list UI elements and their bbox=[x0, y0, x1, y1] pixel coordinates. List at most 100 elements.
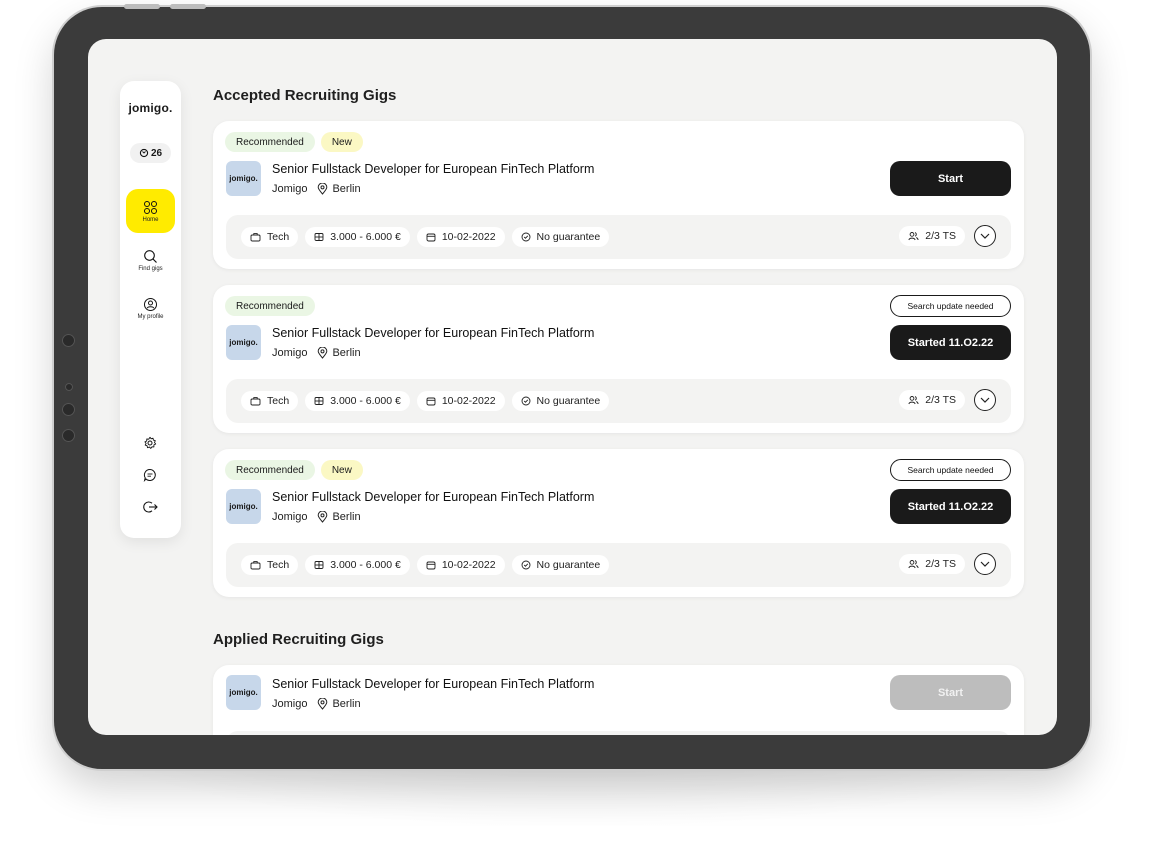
category-label: Tech bbox=[267, 559, 290, 571]
nav-find-gigs[interactable]: Find gigs bbox=[126, 238, 175, 282]
briefcase-icon bbox=[250, 561, 261, 570]
gig-meta: Jomigo Berlin bbox=[272, 511, 361, 523]
gig-card[interactable]: jomigo. Senior Fullstack Developer for E… bbox=[213, 665, 1024, 735]
category-label: Tech bbox=[267, 395, 290, 407]
talent-scout-chip: 2/3 TS bbox=[899, 554, 965, 574]
users-icon bbox=[908, 560, 919, 569]
chevron-down-icon bbox=[980, 561, 990, 567]
salary-chip: 3.000 - 6.000 € bbox=[305, 227, 410, 247]
calendar-icon bbox=[426, 233, 436, 242]
salary-chip: 3.000 - 6.000 € bbox=[305, 555, 410, 575]
gig-location: Berlin bbox=[317, 511, 361, 523]
coin-icon bbox=[139, 148, 149, 158]
date-chip: 10-02-2022 bbox=[416, 227, 505, 247]
chevron-down-icon bbox=[980, 397, 990, 403]
location-label: Berlin bbox=[332, 511, 361, 523]
start-button[interactable]: Start bbox=[890, 161, 1011, 196]
search-update-badge[interactable]: Search update needed bbox=[890, 295, 1011, 317]
gig-title[interactable]: Senior Fullstack Developer for European … bbox=[272, 162, 594, 176]
company-name: Jomigo bbox=[272, 698, 308, 710]
gig-title[interactable]: Senior Fullstack Developer for European … bbox=[272, 490, 594, 504]
credits-badge[interactable]: 26 bbox=[130, 143, 171, 163]
gig-card[interactable]: Recommended Search update needed jomigo.… bbox=[213, 285, 1024, 433]
company-name: Jomigo bbox=[272, 511, 308, 523]
category-chip: Tech bbox=[241, 391, 299, 411]
ts-label: 2/3 TS bbox=[925, 558, 956, 570]
gear-icon bbox=[144, 436, 157, 449]
check-circle-icon bbox=[521, 232, 530, 242]
expand-button[interactable] bbox=[974, 389, 996, 411]
gig-title[interactable]: Senior Fullstack Developer for European … bbox=[272, 677, 594, 691]
device-button bbox=[170, 4, 206, 9]
date-chip: 10-02-2022 bbox=[416, 391, 505, 411]
ts-label: 2/3 TS bbox=[925, 394, 956, 406]
check-circle-icon bbox=[521, 560, 530, 570]
recommended-tag: Recommended bbox=[225, 296, 315, 316]
recommended-tag: Recommended bbox=[225, 132, 315, 152]
guarantee-label: No guarantee bbox=[536, 559, 601, 571]
app-logo[interactable]: jomigo. bbox=[120, 101, 181, 115]
started-button[interactable]: Started 11.O2.22 bbox=[890, 325, 1011, 360]
gig-meta: Jomigo Berlin bbox=[272, 347, 361, 359]
briefcase-icon bbox=[250, 233, 261, 242]
money-icon bbox=[314, 233, 324, 241]
nav-home-label: Home bbox=[142, 216, 159, 223]
expand-button[interactable] bbox=[974, 225, 996, 247]
category-chip: Tech bbox=[241, 227, 299, 247]
device-sensor bbox=[62, 334, 75, 347]
gig-location: Berlin bbox=[317, 183, 361, 195]
device-sensor bbox=[62, 403, 75, 416]
chat-button[interactable] bbox=[142, 467, 158, 483]
settings-button[interactable] bbox=[142, 435, 158, 451]
category-chip: Tech bbox=[241, 555, 299, 575]
money-icon bbox=[314, 561, 324, 569]
accepted-section-title: Accepted Recruiting Gigs bbox=[213, 87, 397, 104]
guarantee-label: No guarantee bbox=[536, 395, 601, 407]
new-tag: New bbox=[320, 460, 363, 480]
users-icon bbox=[908, 232, 919, 241]
salary-label: 3.000 - 6.000 € bbox=[330, 231, 401, 243]
nav-my-profile[interactable]: My profile bbox=[126, 286, 175, 330]
gig-meta: Jomigo Berlin bbox=[272, 183, 361, 195]
talent-scout-chip: 2/3 TS bbox=[899, 390, 965, 410]
company-logo: jomigo. bbox=[226, 161, 261, 196]
app-screen: jomigo. 26 Home Find gigs My profile Acc… bbox=[88, 39, 1057, 735]
salary-label: 3.000 - 6.000 € bbox=[330, 559, 401, 571]
new-tag: New bbox=[320, 132, 363, 152]
location-pin-icon bbox=[318, 347, 328, 359]
search-update-badge[interactable]: Search update needed bbox=[890, 459, 1011, 481]
device-sensor bbox=[62, 429, 75, 442]
credits-count: 26 bbox=[150, 147, 163, 159]
start-button-disabled[interactable]: Start bbox=[890, 675, 1011, 710]
sidebar: jomigo. 26 Home Find gigs My profile bbox=[120, 81, 181, 538]
talent-scout-chip: 2/3 TS bbox=[899, 226, 965, 246]
applied-section-title: Applied Recruiting Gigs bbox=[213, 631, 384, 648]
nav-my-profile-label: My profile bbox=[137, 313, 164, 320]
date-label: 10-02-2022 bbox=[441, 559, 496, 571]
gig-tags: Recommended New bbox=[225, 460, 363, 480]
guarantee-label: No guarantee bbox=[536, 231, 601, 243]
device-button bbox=[124, 4, 160, 9]
gig-card[interactable]: Recommended New Search update needed jom… bbox=[213, 449, 1024, 597]
logout-icon bbox=[142, 501, 158, 513]
grid-icon bbox=[144, 200, 157, 214]
location-label: Berlin bbox=[332, 183, 361, 195]
date-chip: 10-02-2022 bbox=[416, 555, 505, 575]
ts-label: 2/3 TS bbox=[925, 230, 956, 242]
gig-location: Berlin bbox=[317, 698, 361, 710]
nav-home[interactable]: Home bbox=[126, 189, 175, 233]
gig-details-bar: Tech 3.000 - 6.000 € 10-02-2022 No guara… bbox=[226, 215, 1011, 259]
logout-button[interactable] bbox=[142, 499, 158, 515]
started-button[interactable]: Started 11.O2.22 bbox=[890, 489, 1011, 524]
gig-details-bar: Tech 3.000 - 6.000 € 10-02-2022 No guara… bbox=[226, 379, 1011, 423]
users-icon bbox=[908, 396, 919, 405]
company-logo: jomigo. bbox=[226, 325, 261, 360]
guarantee-chip: No guarantee bbox=[511, 555, 610, 575]
expand-button[interactable] bbox=[974, 553, 996, 575]
guarantee-chip: No guarantee bbox=[511, 391, 610, 411]
gig-details-bar: Tech 3.000 - 6.000 € 10-02-2022 No guara… bbox=[226, 543, 1011, 587]
briefcase-icon bbox=[250, 397, 261, 406]
gig-card[interactable]: Recommended New jomigo. Senior Fullstack… bbox=[213, 121, 1024, 269]
gig-title[interactable]: Senior Fullstack Developer for European … bbox=[272, 326, 594, 340]
company-logo: jomigo. bbox=[226, 675, 261, 710]
